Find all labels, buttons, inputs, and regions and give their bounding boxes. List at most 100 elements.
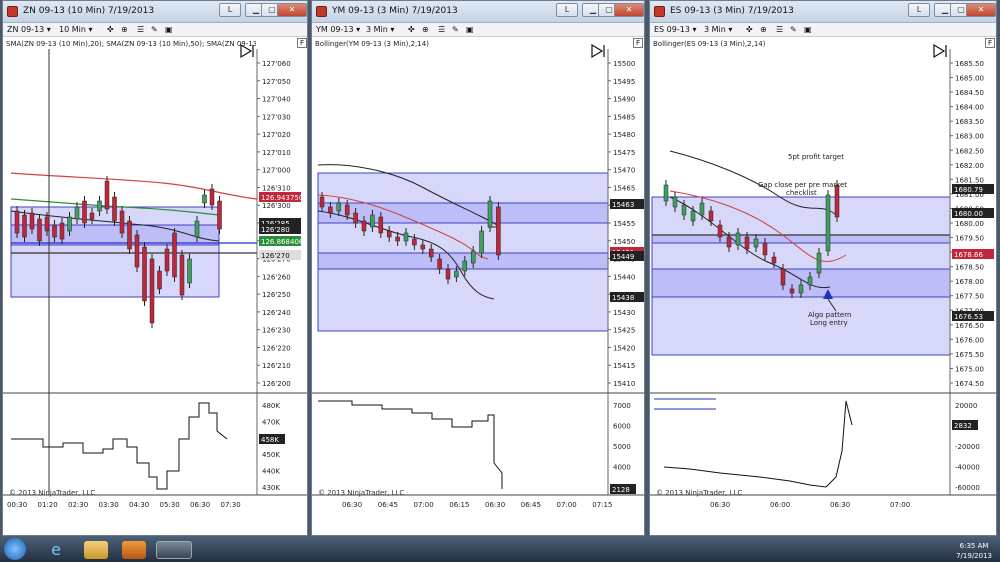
volume-line [11,402,228,490]
candle-body [403,232,409,242]
candle-body [816,252,822,274]
price-tag-label: 126'280 [261,226,290,234]
price-tick-label: 15470 [613,167,635,175]
candle-body [127,220,132,250]
price-tick-label: 15480 [613,131,635,139]
candle-body [681,204,687,216]
zone-band [317,202,609,224]
annotation-algo-pattern: Algo pattern [808,311,851,319]
ninjatrader-taskbar-icon[interactable] [156,541,192,559]
autoscale-icon [591,43,605,59]
volume-tick-label: 440K [262,468,280,476]
price-tick-label: 1682.50 [955,147,984,155]
volume-tick-label: 20000 [955,402,977,410]
time-tick-label: 00:30 [7,501,27,509]
price-tick-label: 126'260 [262,273,291,281]
candle-body [353,212,358,224]
volume-tick-label: 6000 [613,423,631,431]
price-tag-label: 1676.53 [954,313,983,321]
price-chart[interactable]: 127'060 127'050 127'040 127'030 127'020 127'0… [3,1,308,536]
price-tag-label: 1680.00 [954,210,983,218]
price-tick-label: 127'040 [262,96,291,104]
price-tick-label: 126'250 [262,291,291,299]
price-tick-label: 15500 [613,60,635,68]
price-tick-label: 126'240 [262,309,291,317]
price-tick-label: 1679.50 [955,235,984,243]
price-tick-label: 127'020 [262,131,291,139]
taskbar-clock[interactable]: 6:35 AM 7/19/2013 [956,541,992,561]
price-tick-label: 1685.00 [955,75,984,83]
time-tick-label: 07:00 [890,501,910,509]
internet-explorer-icon[interactable]: e [44,541,68,559]
candle-body [762,242,768,256]
time-tick-label: 06:30 [710,501,730,509]
chart-window-zn[interactable]: ZN 09-13 (10 Min) 7/19/2013 L ▁ ▢ ✕ ZN 0… [2,0,308,536]
candle-body [89,212,95,220]
time-tick-label: 06:45 [378,501,398,509]
start-orb-icon[interactable] [4,538,26,560]
time-tick-label: 06:45 [521,501,541,509]
price-tick-label: 1682.00 [955,162,984,170]
price-tick-label: 15485 [613,113,635,121]
volume-tick-label: 430K [262,484,280,492]
volume-tag-label: 458K [261,436,279,444]
candle-body [496,206,501,256]
candle-body [119,210,125,234]
candle-body [445,268,451,280]
price-tick-label: 1675.50 [955,351,984,359]
price-tag-label: 1680.79 [954,186,983,194]
price-tick-label: 1685.50 [955,60,984,68]
candle-body [44,216,50,232]
candle-body [209,188,215,206]
candle-body [164,248,170,272]
candle-body [179,254,185,296]
price-tick-label: 1678.00 [955,278,984,286]
candle-body [370,214,375,228]
clock-time: 6:35 AM [959,542,989,550]
candle-body [789,288,795,294]
candle-body [780,268,786,286]
media-player-icon[interactable] [122,541,146,559]
chart-window-es[interactable]: ES 09-13 (3 Min) 7/19/2013 L ▁ ▢ ✕ ES 09… [649,0,997,536]
copyright-text: © 2013 NinjaTrader, LLC [9,489,96,497]
price-tick-label: 15450 [613,238,635,246]
candle-body [672,196,678,208]
candle-body [454,270,459,278]
price-tick-label: 1683.50 [955,118,984,126]
candle-body [834,184,840,218]
price-chart[interactable]: 15500 15495 15490 15485 15480 15475 15470 15465… [312,1,645,536]
zone-band [10,224,220,246]
price-tick-label: 15495 [613,78,635,86]
candle-body [753,238,759,248]
candle-body [336,202,342,212]
candle-body [825,194,831,252]
chart-window-ym[interactable]: YM 09-13 (3 Min) 7/19/2013 L ▁ ▢ ✕ YM 09… [311,0,645,536]
candle-body [807,276,813,286]
candle-body [708,210,714,222]
candle-body [202,194,207,204]
annotation-profit-target: 5pt profit target [788,153,844,161]
price-tag-label: 15463 [612,201,634,209]
candle-body [104,180,110,210]
price-chart[interactable]: 1685.50 1685.00 1684.50 1684.00 1683.50 1683.… [650,1,997,536]
time-tick-label: 06:30 [342,501,362,509]
price-tick-label: 1681.50 [955,176,984,184]
price-tick-label: 126'200 [262,380,291,388]
price-tag-label: 15438 [612,294,634,302]
candle-body [699,202,705,216]
candle-body [97,200,102,212]
file-explorer-icon[interactable] [84,541,108,559]
price-tick-label: 1677.50 [955,293,984,301]
price-tick-label: 127'050 [262,78,291,86]
price-tick-label: 126'300 [262,202,291,210]
time-tick-label: 05:30 [160,501,180,509]
candle-body [344,204,350,216]
candle-body [187,258,192,284]
zone-band [317,172,609,332]
candle-body [386,230,392,238]
price-tick-label: 15425 [613,327,635,335]
candle-body [378,216,384,234]
candle-body [470,250,476,264]
candle-body [412,238,417,246]
candle-body [59,222,65,240]
